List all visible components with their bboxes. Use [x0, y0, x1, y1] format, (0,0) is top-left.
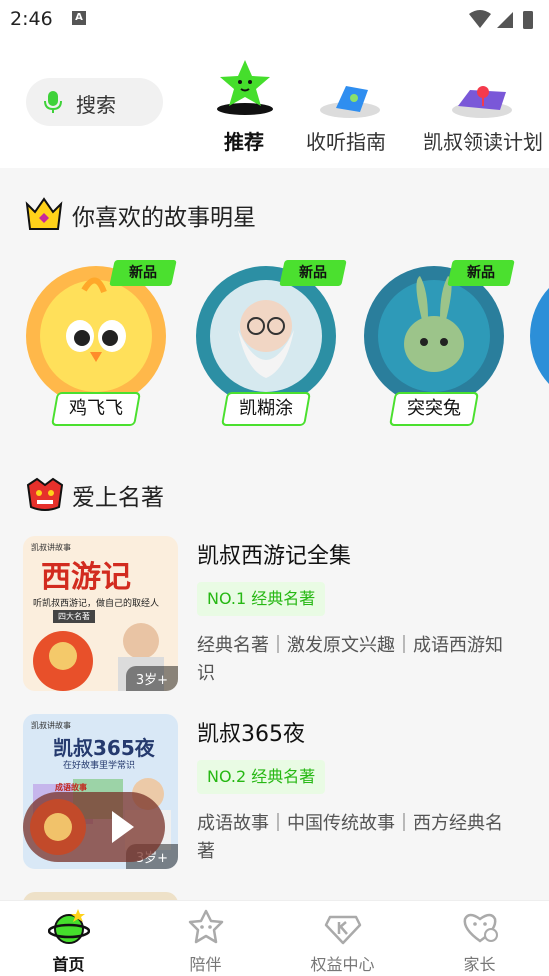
k-diamond-icon — [324, 915, 362, 945]
cover-headline: 西游记 — [41, 560, 131, 595]
book-card[interactable]: 凯叔讲故事 凯叔365夜 在好故事里学常识 成语故事 3岁+ 凯叔365夜 NO… — [23, 714, 533, 870]
story-star-card[interactable]: 新品 凯糊涂 — [194, 260, 347, 430]
tab-label: 推荐 — [224, 130, 264, 154]
nav-label: 首页 — [52, 955, 85, 974]
nav-companion[interactable]: 陪伴 — [137, 901, 274, 976]
battery-icon — [523, 11, 533, 29]
book-title: 凯叔365夜 — [197, 722, 305, 747]
lion-dance-icon — [26, 477, 64, 511]
tab-label: 收听指南 — [306, 130, 386, 154]
crown-icon — [25, 197, 63, 230]
book-title: 凯叔西游记全集 — [197, 544, 352, 569]
story-star-card[interactable]: 新品 鸡飞飞 — [24, 260, 177, 430]
star-name-label: 鸡飞飞 — [51, 392, 141, 426]
green-star-mascot-icon — [217, 60, 273, 115]
book-cover-xiyouji: 凯叔讲故事 西游记 听凯叔西游记，做自己的取经人 四大名著 3岁+ — [23, 536, 178, 691]
nav-benefits[interactable]: 权益中心 — [274, 901, 411, 976]
rank-badge: NO.2 经典名著 — [197, 760, 326, 794]
cover-tagline: 在好故事里学常识 — [63, 761, 136, 771]
rank-badge: NO.1 经典名著 — [197, 582, 326, 616]
next-star-avatar-partial — [530, 288, 549, 384]
status-time: 2:46 — [10, 8, 53, 30]
main-content: 你喜欢的故事明星 新品 鸡飞飞 新品 凯糊涂 新品 突突兔 爱上名著 凯叔讲故事… — [0, 168, 549, 900]
star-name-label: 凯糊涂 — [221, 392, 311, 426]
companion-star-icon — [188, 909, 224, 944]
story-star-card[interactable]: 新品 突突兔 — [362, 260, 515, 430]
notification-icon: A — [72, 11, 86, 25]
book-description: 经典名著｜激发原文兴趣｜成语西游知识 — [197, 635, 503, 684]
listening-guide-icon — [320, 86, 380, 118]
section-title: 爱上名著 — [72, 485, 164, 511]
microphone-icon — [44, 91, 62, 113]
new-badge: 新品 — [109, 260, 177, 286]
section-title: 你喜欢的故事明星 — [72, 205, 256, 231]
new-badge: 新品 — [447, 260, 515, 286]
book-card[interactable]: 凯叔讲故事 西游记 听凯叔西游记，做自己的取经人 四大名著 3岁+ 凯叔西游记全… — [23, 536, 533, 692]
signal-icon — [497, 12, 513, 28]
nav-label: 权益中心 — [310, 955, 375, 974]
wifi-icon — [469, 10, 491, 28]
status-bar: 2:46 A — [0, 0, 549, 40]
top-header: 搜索 推荐 收听指南 凯叔领读计划 — [0, 40, 549, 168]
nav-parent[interactable]: 家长 — [411, 901, 548, 976]
cover-brand: 凯叔讲故事 — [31, 721, 71, 730]
reading-plan-icon — [452, 86, 512, 118]
system-status-icons — [469, 10, 533, 29]
nav-label: 家长 — [463, 955, 496, 974]
nav-home[interactable]: 首页 — [0, 901, 137, 976]
new-badge: 新品 — [279, 260, 347, 286]
tab-label: 凯叔领读计划 — [423, 130, 543, 154]
bottom-nav: 首页 陪伴 权益中心 家长 — [0, 900, 549, 976]
book-description: 成语故事｜中国传统故事｜西方经典名著 — [197, 813, 503, 862]
parent-heart-icon — [463, 913, 498, 943]
age-badge: 3岁+ — [125, 666, 178, 691]
nav-label: 陪伴 — [189, 955, 222, 974]
search-label: 搜索 — [76, 93, 116, 117]
star-name-label: 突突兔 — [389, 392, 479, 426]
play-icon — [112, 811, 134, 843]
next-book-cover-partial — [23, 892, 178, 900]
cover-headline: 凯叔365夜 — [53, 736, 155, 760]
search-button[interactable]: 搜索 — [26, 78, 163, 126]
play-button[interactable] — [23, 792, 165, 862]
cover-tagline: 听凯叔西游记，做自己的取经人 — [33, 599, 160, 609]
planet-home-icon — [48, 909, 90, 944]
album-art-thumbnail — [30, 799, 86, 855]
